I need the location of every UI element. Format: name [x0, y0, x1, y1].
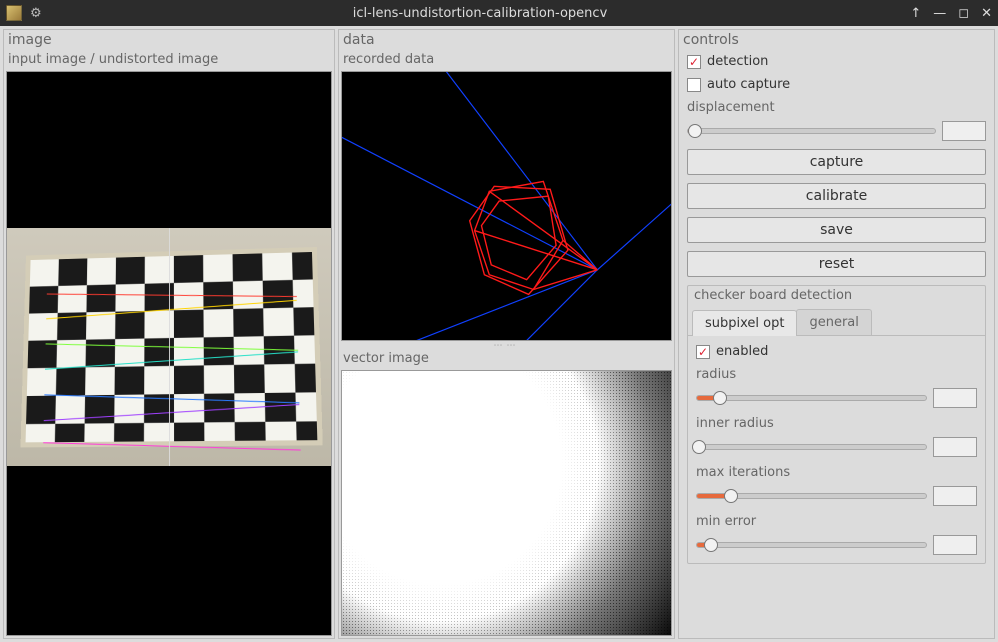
max-iter-label: max iterations: [692, 463, 981, 480]
enabled-label: enabled: [716, 344, 768, 359]
checkerboard-detection-title: checker board detection: [688, 286, 985, 305]
min-error-label: min error: [692, 512, 981, 529]
min-error-slider[interactable]: [696, 542, 927, 548]
checkerboard: [21, 247, 323, 447]
radius-slider[interactable]: [696, 395, 927, 401]
save-button[interactable]: save: [687, 217, 986, 243]
recorded-data-svg: [342, 72, 671, 340]
recorded-data-view[interactable]: [341, 71, 672, 341]
inner-radius-slider[interactable]: [696, 444, 927, 450]
tab-general[interactable]: general: [796, 309, 871, 335]
app-body: image input image / undistorted image da…: [0, 26, 998, 642]
autocapture-checkbox[interactable]: [687, 78, 701, 92]
checkerboard-image: [7, 228, 331, 466]
radius-label: radius: [692, 365, 981, 382]
capture-button[interactable]: capture: [687, 149, 986, 175]
up-icon[interactable]: ↑: [910, 6, 921, 21]
detection-tabs: subpixel opt general: [688, 305, 985, 336]
displacement-slider[interactable]: [687, 128, 936, 134]
panel-data-title: data: [339, 30, 674, 50]
input-image-label: input image / undistorted image: [4, 50, 334, 69]
panel-image-title: image: [4, 30, 334, 50]
radius-value[interactable]: [933, 388, 977, 408]
panel-image: image input image / undistorted image: [3, 29, 335, 639]
vector-halftone: [342, 371, 671, 635]
minimize-icon[interactable]: —: [933, 6, 946, 21]
displacement-value[interactable]: [942, 121, 986, 141]
vector-image-view[interactable]: [341, 370, 672, 636]
close-icon[interactable]: ✕: [981, 6, 992, 21]
gear-icon[interactable]: ⚙: [30, 6, 42, 21]
reset-button[interactable]: reset: [687, 251, 986, 277]
checkerboard-detection-panel: checker board detection subpixel opt gen…: [687, 285, 986, 564]
detection-label: detection: [707, 54, 768, 69]
recorded-data-label: recorded data: [339, 50, 674, 69]
tab-subpixel-opt[interactable]: subpixel opt: [692, 310, 797, 336]
subpixel-tab-body: enabled radius inner radius: [688, 336, 985, 563]
autocapture-label: auto capture: [707, 77, 790, 92]
maximize-icon[interactable]: ◻: [958, 6, 969, 21]
max-iter-slider[interactable]: [696, 493, 927, 499]
panel-data: data recorded data ⋯⋯ vector image: [338, 29, 675, 639]
vector-image-label: vector image: [339, 349, 674, 368]
min-error-value[interactable]: [933, 535, 977, 555]
inner-radius-label: inner radius: [692, 414, 981, 431]
detection-checkbox[interactable]: [687, 55, 701, 69]
enabled-checkbox[interactable]: [696, 345, 710, 359]
app-icon: [6, 5, 22, 21]
titlebar: ⚙ icl-lens-undistortion-calibration-open…: [0, 0, 998, 26]
max-iter-value[interactable]: [933, 486, 977, 506]
window-title: icl-lens-undistortion-calibration-opencv: [50, 6, 911, 21]
displacement-label: displacement: [683, 98, 990, 115]
input-image-view[interactable]: [6, 71, 332, 636]
inner-radius-value[interactable]: [933, 437, 977, 457]
panel-controls: controls detection auto capture displace…: [678, 29, 995, 639]
panel-controls-title: controls: [679, 30, 994, 50]
calibrate-button[interactable]: calibrate: [687, 183, 986, 209]
